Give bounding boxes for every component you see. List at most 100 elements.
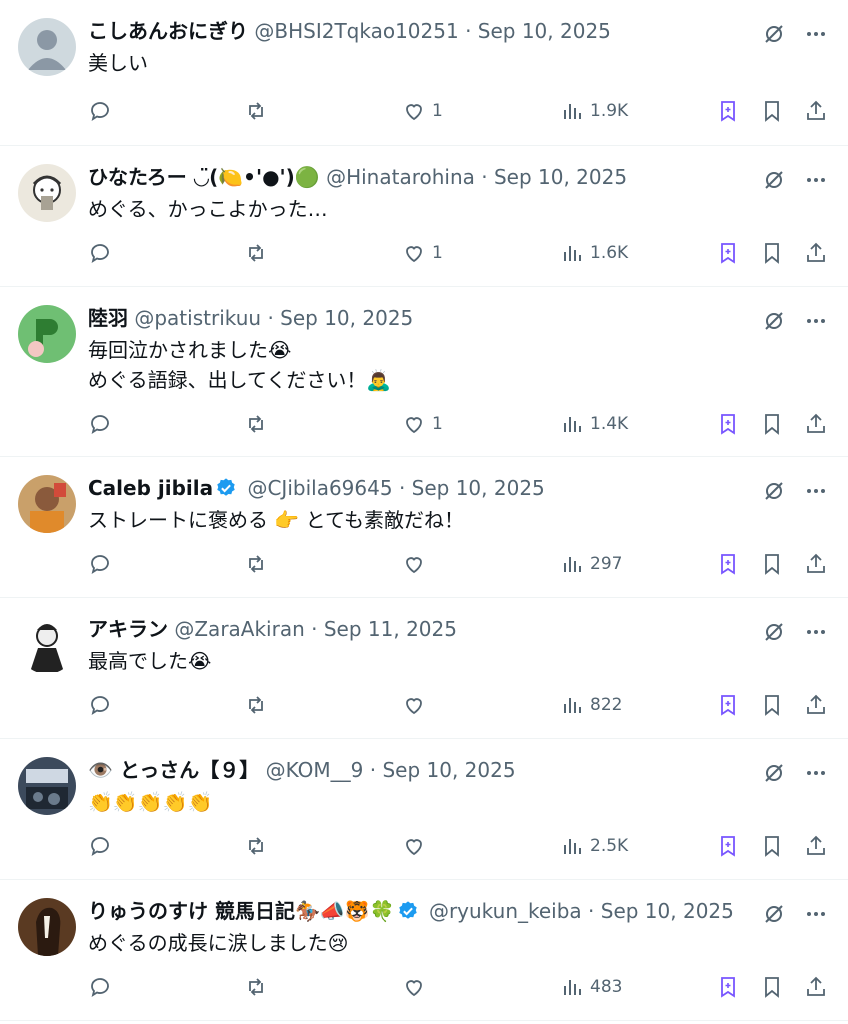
display-name[interactable]: 陸羽 bbox=[88, 306, 128, 330]
grok-slash-icon[interactable] bbox=[762, 761, 786, 785]
share-button[interactable] bbox=[804, 834, 828, 858]
reply-button[interactable] bbox=[88, 412, 112, 436]
grok-button[interactable] bbox=[716, 99, 740, 123]
display-name[interactable]: りゅうのすけ 競馬日記🏇📣🐯🍀 bbox=[88, 899, 395, 923]
like-button[interactable]: 1 bbox=[402, 99, 443, 123]
timestamp[interactable]: Sep 10, 2025 bbox=[601, 899, 734, 923]
bookmark-button[interactable] bbox=[760, 552, 784, 576]
grok-button[interactable] bbox=[716, 975, 740, 999]
retweet-button[interactable] bbox=[244, 975, 268, 999]
grok-button[interactable] bbox=[716, 552, 740, 576]
like-button[interactable] bbox=[402, 975, 432, 999]
bookmark-button[interactable] bbox=[760, 834, 784, 858]
tweet-item[interactable]: りゅうのすけ 競馬日記🏇📣🐯🍀 @ryukun_keiba · Sep 10, … bbox=[0, 880, 848, 1021]
timestamp[interactable]: Sep 10, 2025 bbox=[280, 306, 413, 330]
display-name[interactable]: Caleb jibila bbox=[88, 476, 213, 500]
share-button[interactable] bbox=[804, 241, 828, 265]
reply-button[interactable] bbox=[88, 975, 112, 999]
views-button[interactable]: 1.6K bbox=[560, 241, 628, 265]
more-icon[interactable] bbox=[804, 761, 828, 785]
reply-button[interactable] bbox=[88, 241, 112, 265]
handle[interactable]: @KOM__9 bbox=[266, 758, 364, 782]
share-button[interactable] bbox=[804, 552, 828, 576]
retweet-button[interactable] bbox=[244, 552, 268, 576]
views-button[interactable]: 1.4K bbox=[560, 412, 628, 436]
avatar[interactable] bbox=[18, 475, 76, 533]
avatar[interactable] bbox=[18, 18, 76, 76]
views-button[interactable]: 822 bbox=[560, 693, 622, 717]
retweet-button[interactable] bbox=[244, 412, 268, 436]
reply-button[interactable] bbox=[88, 552, 112, 576]
timestamp[interactable]: Sep 10, 2025 bbox=[382, 758, 515, 782]
tweet-item[interactable]: 陸羽 @patistrikuu · Sep 10, 2025 毎回泣かされました… bbox=[0, 287, 848, 457]
timestamp[interactable]: Sep 10, 2025 bbox=[478, 19, 611, 43]
retweet-button[interactable] bbox=[244, 834, 268, 858]
share-button[interactable] bbox=[804, 99, 828, 123]
timestamp[interactable]: Sep 11, 2025 bbox=[324, 617, 457, 641]
avatar[interactable] bbox=[18, 164, 76, 222]
tweet-item[interactable]: こしあんおにぎり @BHSI2Tqkao10251 · Sep 10, 2025… bbox=[0, 0, 848, 146]
more-icon[interactable] bbox=[804, 620, 828, 644]
grok-button[interactable] bbox=[716, 834, 740, 858]
retweet-button[interactable] bbox=[244, 693, 268, 717]
tweet-item[interactable]: アキラン @ZaraAkiran · Sep 11, 2025 最高でした😭 8… bbox=[0, 598, 848, 739]
grok-slash-icon[interactable] bbox=[762, 620, 786, 644]
grok-button[interactable] bbox=[716, 241, 740, 265]
timestamp[interactable]: Sep 10, 2025 bbox=[494, 165, 627, 189]
grok-slash-icon[interactable] bbox=[762, 902, 786, 926]
handle[interactable]: @BHSI2Tqkao10251 bbox=[254, 19, 458, 43]
grok-slash-icon[interactable] bbox=[762, 309, 786, 333]
avatar[interactable] bbox=[18, 898, 76, 956]
more-icon[interactable] bbox=[804, 309, 828, 333]
display-name[interactable]: ひなたろー ◡̈(🍋•'●')🟢 bbox=[88, 165, 320, 189]
more-icon[interactable] bbox=[804, 902, 828, 926]
timestamp[interactable]: Sep 10, 2025 bbox=[412, 476, 545, 500]
more-icon[interactable] bbox=[804, 22, 828, 46]
share-button[interactable] bbox=[804, 693, 828, 717]
grok-slash-icon[interactable] bbox=[762, 22, 786, 46]
reply-button[interactable] bbox=[88, 693, 112, 717]
views-button[interactable]: 1.9K bbox=[560, 99, 628, 123]
more-icon[interactable] bbox=[804, 168, 828, 192]
share-button[interactable] bbox=[804, 975, 828, 999]
display-name[interactable]: アキラン bbox=[88, 617, 168, 641]
handle[interactable]: @CJibila69645 bbox=[247, 476, 392, 500]
tweet-item[interactable]: Caleb jibila @CJibila69645 · Sep 10, 202… bbox=[0, 457, 848, 598]
views-button[interactable]: 297 bbox=[560, 552, 622, 576]
grok-button[interactable] bbox=[716, 412, 740, 436]
share-button[interactable] bbox=[804, 412, 828, 436]
tweet-item[interactable]: 👁️ とっさん【９】 @KOM__9 · Sep 10, 2025 👏👏👏👏👏 … bbox=[0, 739, 848, 880]
grok-slash-icon[interactable] bbox=[762, 168, 786, 192]
avatar[interactable] bbox=[18, 305, 76, 363]
reply-button[interactable] bbox=[88, 834, 112, 858]
like-button[interactable] bbox=[402, 552, 432, 576]
retweet-button[interactable] bbox=[244, 99, 268, 123]
grok-button[interactable] bbox=[716, 693, 740, 717]
views-button[interactable]: 483 bbox=[560, 975, 622, 999]
like-button[interactable] bbox=[402, 693, 432, 717]
display-name[interactable]: こしあんおにぎり bbox=[88, 19, 248, 43]
more-icon[interactable] bbox=[804, 479, 828, 503]
handle[interactable]: @Hinatarohina bbox=[326, 165, 475, 189]
retweet-button[interactable] bbox=[244, 241, 268, 265]
display-name[interactable]: 👁️ とっさん【９】 bbox=[88, 758, 259, 782]
tweet-header: こしあんおにぎり @BHSI2Tqkao10251 · Sep 10, 2025 bbox=[88, 19, 611, 43]
bookmark-button[interactable] bbox=[760, 241, 784, 265]
handle[interactable]: @ryukun_keiba bbox=[429, 899, 582, 923]
tweet-text: めぐる、かっこよかった… bbox=[88, 197, 328, 221]
handle[interactable]: @ZaraAkiran bbox=[174, 617, 304, 641]
tweet-item[interactable]: ひなたろー ◡̈(🍋•'●')🟢 @Hinatarohina · Sep 10,… bbox=[0, 146, 848, 287]
bookmark-button[interactable] bbox=[760, 693, 784, 717]
bookmark-button[interactable] bbox=[760, 412, 784, 436]
avatar[interactable] bbox=[18, 616, 76, 674]
grok-slash-icon[interactable] bbox=[762, 479, 786, 503]
bookmark-button[interactable] bbox=[760, 975, 784, 999]
handle[interactable]: @patistrikuu bbox=[134, 306, 261, 330]
like-button[interactable] bbox=[402, 834, 432, 858]
like-button[interactable]: 1 bbox=[402, 412, 443, 436]
bookmark-button[interactable] bbox=[760, 99, 784, 123]
reply-button[interactable] bbox=[88, 99, 112, 123]
avatar[interactable] bbox=[18, 757, 76, 815]
like-button[interactable]: 1 bbox=[402, 241, 443, 265]
views-button[interactable]: 2.5K bbox=[560, 834, 628, 858]
